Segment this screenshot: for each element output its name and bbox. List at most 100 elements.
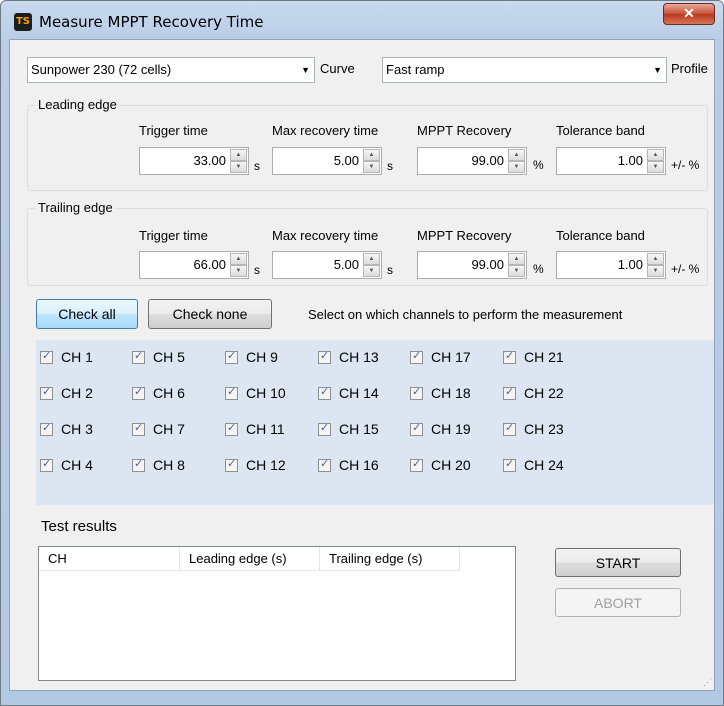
unit-label: +/- %	[671, 158, 700, 172]
checkbox-checked-icon[interactable]	[132, 457, 145, 472]
channel-label: CH 12	[246, 457, 286, 473]
leading-max-recovery-input[interactable]: 5.00 ▲ ▼	[272, 147, 382, 175]
leading-mppt-recovery-input[interactable]: 99.00 ▲ ▼	[417, 147, 527, 175]
chevron-down-icon: ▼	[301, 65, 310, 75]
spin-down-icon[interactable]: ▼	[508, 265, 525, 277]
checkbox-checked-icon[interactable]	[40, 349, 53, 364]
channel-label: CH 2	[61, 385, 93, 401]
checkbox-checked-icon[interactable]	[410, 385, 423, 400]
spin-value: 66.00	[193, 257, 226, 272]
spin-value: 1.00	[617, 257, 643, 272]
spin-down-icon[interactable]: ▼	[647, 265, 664, 277]
spin-up-icon[interactable]: ▲	[363, 149, 380, 161]
spin-down-icon[interactable]: ▼	[230, 161, 247, 173]
tolerance-band-header: Tolerance band	[556, 228, 645, 243]
unit-label: %	[533, 262, 544, 276]
results-list[interactable]: CH Leading edge (s) Trailing edge (s)	[38, 546, 516, 681]
checkbox-checked-icon[interactable]	[318, 457, 331, 472]
channel-label: CH 17	[431, 349, 471, 365]
column-header-trailing-edge[interactable]: Trailing edge (s)	[320, 547, 460, 571]
checkbox-checked-icon[interactable]	[318, 349, 331, 364]
trailing-max-recovery-input[interactable]: 5.00 ▲ ▼	[272, 251, 382, 279]
channels-hint: Select on which channels to perform the …	[308, 307, 623, 322]
checkbox-checked-icon[interactable]	[410, 457, 423, 472]
channel-label: CH 19	[431, 421, 471, 437]
spin-down-icon[interactable]: ▼	[363, 161, 380, 173]
spin-up-icon[interactable]: ▲	[230, 253, 247, 265]
checkbox-checked-icon[interactable]	[503, 349, 516, 364]
checkbox-checked-icon[interactable]	[410, 421, 423, 436]
tolerance-band-header: Tolerance band	[556, 123, 645, 138]
curve-select[interactable]: Sunpower 230 (72 cells) ▼	[27, 57, 315, 83]
checkbox-checked-icon[interactable]	[132, 349, 145, 364]
checkbox-checked-icon[interactable]	[503, 457, 516, 472]
channel-label: CH 11	[246, 421, 285, 437]
unit-label: s	[387, 159, 393, 173]
unit-label: s	[387, 263, 393, 277]
close-icon: ✕	[683, 5, 695, 21]
channels-panel: CH 1 CH 2 CH 3 CH 4 CH 5 CH 6 CH 7 CH 8 CH 9 CH 1…	[36, 340, 714, 505]
checkbox-checked-icon[interactable]	[225, 385, 238, 400]
checkbox-checked-icon[interactable]	[132, 421, 145, 436]
check-none-button[interactable]: Check none	[148, 299, 272, 329]
checkbox-checked-icon[interactable]	[318, 421, 331, 436]
spin-up-icon[interactable]: ▲	[508, 253, 525, 265]
checkbox-checked-icon[interactable]	[40, 421, 53, 436]
profile-select[interactable]: Fast ramp ▼	[382, 57, 667, 83]
trigger-time-header: Trigger time	[139, 123, 208, 138]
spin-up-icon[interactable]: ▲	[230, 149, 247, 161]
curve-select-value: Sunpower 230 (72 cells)	[31, 62, 172, 77]
mppt-recovery-header: MPPT Recovery	[417, 228, 512, 243]
leading-tolerance-band-input[interactable]: 1.00 ▲ ▼	[556, 147, 666, 175]
title-bar[interactable]: TS Measure MPPT Recovery Time ✕	[1, 1, 723, 39]
start-button[interactable]: START	[555, 548, 681, 577]
spin-down-icon[interactable]: ▼	[647, 161, 664, 173]
trigger-time-header: Trigger time	[139, 228, 208, 243]
channel-label: CH 24	[524, 457, 564, 473]
spin-up-icon[interactable]: ▲	[363, 253, 380, 265]
spin-up-icon[interactable]: ▲	[508, 149, 525, 161]
unit-label: s	[254, 159, 260, 173]
checkbox-checked-icon[interactable]	[40, 457, 53, 472]
trailing-tolerance-band-input[interactable]: 1.00 ▲ ▼	[556, 251, 666, 279]
trailing-mppt-recovery-input[interactable]: 99.00 ▲ ▼	[417, 251, 527, 279]
dialog-body: Sunpower 230 (72 cells) ▼ Curve Fast ram…	[9, 39, 715, 691]
spin-down-icon[interactable]: ▼	[508, 161, 525, 173]
unit-label: s	[254, 263, 260, 277]
channel-label: CH 4	[61, 457, 93, 473]
leading-trigger-time-input[interactable]: 33.00 ▲ ▼	[139, 147, 249, 175]
spin-up-icon[interactable]: ▲	[647, 149, 664, 161]
checkbox-checked-icon[interactable]	[225, 457, 238, 472]
trailing-edge-group: Trailing edge Trigger time Max recovery …	[27, 200, 708, 286]
checkbox-checked-icon[interactable]	[225, 349, 238, 364]
max-recovery-header: Max recovery time	[272, 123, 379, 138]
channel-label: CH 7	[153, 421, 185, 437]
channel-label: CH 16	[339, 457, 379, 473]
column-header-leading-edge[interactable]: Leading edge (s)	[180, 547, 320, 571]
channel-label: CH 15	[339, 421, 379, 437]
abort-button[interactable]: ABORT	[555, 588, 681, 617]
spin-value: 99.00	[471, 153, 504, 168]
channel-label: CH 5	[153, 349, 185, 365]
channel-label: CH 9	[246, 349, 278, 365]
spin-up-icon[interactable]: ▲	[647, 253, 664, 265]
checkbox-checked-icon[interactable]	[40, 385, 53, 400]
spin-down-icon[interactable]: ▼	[363, 265, 380, 277]
channel-label: CH 1	[61, 349, 93, 365]
spin-down-icon[interactable]: ▼	[230, 265, 247, 277]
checkbox-checked-icon[interactable]	[410, 349, 423, 364]
close-button[interactable]: ✕	[663, 3, 715, 25]
channel-label: CH 20	[431, 457, 471, 473]
column-header-ch[interactable]: CH	[39, 547, 180, 571]
checkbox-checked-icon[interactable]	[318, 385, 331, 400]
trailing-trigger-time-input[interactable]: 66.00 ▲ ▼	[139, 251, 249, 279]
checkbox-checked-icon[interactable]	[132, 385, 145, 400]
checkbox-checked-icon[interactable]	[503, 385, 516, 400]
mppt-recovery-header: MPPT Recovery	[417, 123, 512, 138]
checkbox-checked-icon[interactable]	[503, 421, 516, 436]
spin-value: 99.00	[471, 257, 504, 272]
unit-label: +/- %	[671, 262, 700, 276]
resize-grip-icon[interactable]: ⋰	[703, 677, 712, 688]
check-all-button[interactable]: Check all	[36, 299, 138, 329]
checkbox-checked-icon[interactable]	[225, 421, 238, 436]
